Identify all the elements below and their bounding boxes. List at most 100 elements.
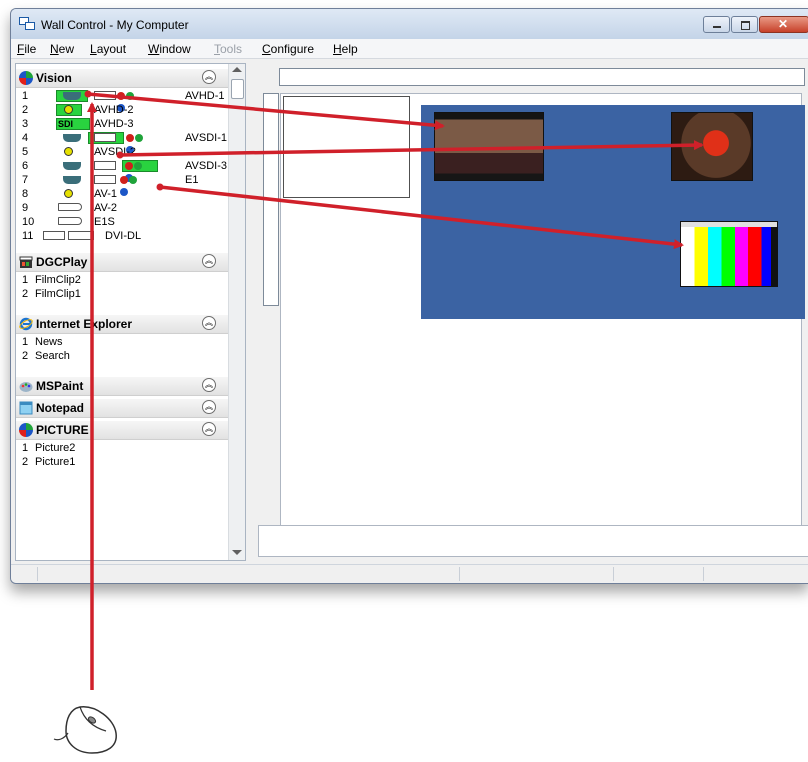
status-divider xyxy=(613,567,614,581)
group-name-vision: Vision xyxy=(36,71,72,85)
source-row-av-2[interactable]: 9 AV-2 xyxy=(16,202,228,215)
displayport-connector-icon[interactable] xyxy=(58,203,82,211)
source-row-avsdi-1[interactable]: 4 AVSDI-1 xyxy=(16,132,228,154)
collapse-chevron-icon[interactable]: ︽ xyxy=(202,422,216,436)
row-number: 2 xyxy=(22,350,29,362)
window-titlebar[interactable] xyxy=(681,222,777,227)
notepad-icon xyxy=(19,401,33,415)
minimize-button[interactable] xyxy=(703,16,730,33)
row-number: 2 xyxy=(22,456,29,468)
source-row-avhd-2[interactable]: 2 AVHD-2 xyxy=(16,104,228,117)
displayport-connector-icon[interactable] xyxy=(58,217,82,225)
group-header-picture[interactable]: PICTURE ︽ xyxy=(16,421,228,440)
video-window-2[interactable] xyxy=(671,112,753,181)
scroll-down-arrow-icon[interactable] xyxy=(232,550,242,555)
group-header-notepad[interactable]: Notepad ︽ xyxy=(16,399,228,418)
group-name-mspaint: MSPaint xyxy=(36,379,84,393)
menu-bar: File New Layout Window Tools Configure H… xyxy=(11,39,808,59)
collapse-chevron-icon[interactable]: ︽ xyxy=(202,378,216,392)
collapse-chevron-icon[interactable]: ︽ xyxy=(202,316,216,330)
clapperboard-icon xyxy=(19,256,33,268)
source-label: DVI-DL xyxy=(105,230,142,242)
source-row-e1[interactable]: 7 E1 xyxy=(16,174,228,196)
video-wall-canvas[interactable] xyxy=(421,105,805,319)
maximize-button[interactable] xyxy=(731,16,758,33)
source-row-filmclip1[interactable]: 2 FilmClip1 xyxy=(16,288,228,301)
source-row-picture1[interactable]: 2 Picture1 xyxy=(16,456,228,469)
close-button[interactable]: ✕ xyxy=(759,16,808,33)
collapse-chevron-icon[interactable]: ︽ xyxy=(202,70,216,84)
layout-name-field[interactable] xyxy=(279,68,805,86)
row-number: 4 xyxy=(22,132,29,144)
source-row-avsdi-2[interactable]: 5 AVSDI-2 xyxy=(16,146,228,159)
vision-logo-icon xyxy=(19,71,33,85)
menu-window[interactable]: Window xyxy=(148,42,191,56)
group-header-dgcplay[interactable]: DGCPlay ︽ xyxy=(16,253,228,272)
source-row-avhd-1[interactable]: 1 AVHD-1 xyxy=(16,90,228,112)
menu-file[interactable]: File xyxy=(17,42,36,56)
row-number: 1 xyxy=(22,336,29,348)
vga-connector-icon[interactable] xyxy=(63,92,81,100)
row-number: 2 xyxy=(22,288,29,300)
scroll-up-arrow-icon[interactable] xyxy=(232,67,242,72)
scroll-thumb[interactable] xyxy=(231,79,244,99)
row-number: 3 xyxy=(22,118,29,130)
source-label: News xyxy=(35,336,63,348)
dvi-dl-connector-icon[interactable] xyxy=(68,231,94,240)
component-rgb-icon[interactable] xyxy=(125,161,151,182)
rca-connector-icon[interactable] xyxy=(64,147,73,156)
video-window-1[interactable] xyxy=(434,112,544,181)
source-row-av-1[interactable]: 8 AV-1 xyxy=(16,188,228,201)
collapse-chevron-icon[interactable]: ︽ xyxy=(202,400,216,414)
source-label: E1S xyxy=(94,216,115,228)
component-rgb-icon[interactable] xyxy=(117,91,143,112)
video-window-3[interactable] xyxy=(680,221,778,287)
local-monitor-outline[interactable] xyxy=(283,96,410,198)
menu-help[interactable]: Help xyxy=(333,42,358,56)
status-bar xyxy=(11,564,808,583)
vga-connector-icon[interactable] xyxy=(63,176,81,184)
source-label: AV-2 xyxy=(94,202,118,214)
source-label: AVSDI-1 xyxy=(185,132,227,144)
menu-configure[interactable]: Configure xyxy=(262,42,314,56)
vertical-scrollbar[interactable] xyxy=(228,64,245,560)
group-header-vision[interactable]: Vision ︽ xyxy=(16,69,228,88)
rca-connector-icon[interactable] xyxy=(64,189,73,198)
menu-tools[interactable]: Tools xyxy=(214,42,242,56)
zoom-slider[interactable] xyxy=(263,93,279,306)
dvi-connector-icon[interactable] xyxy=(94,133,116,142)
source-row-dvi-dl[interactable]: 11 DVI-DL xyxy=(16,230,228,243)
source-row-avsdi-3[interactable]: 6 AVSDI-3 xyxy=(16,160,228,182)
rca-connector-icon[interactable] xyxy=(64,105,73,114)
source-list-panel[interactable]: Vision ︽ 1 AVHD-1 2 AVHD-2 3 SDI AVHD-3 xyxy=(15,63,246,561)
close-icon[interactable]: ✕ xyxy=(778,17,788,31)
row-number: 1 xyxy=(22,442,29,454)
group-header-mspaint[interactable]: MSPaint ︽ xyxy=(16,377,228,396)
component-rgb-icon[interactable] xyxy=(126,133,152,154)
source-row-picture2[interactable]: 1 Picture2 xyxy=(16,442,228,455)
title-bar[interactable]: Wall Control - My Computer ✕ xyxy=(11,9,808,39)
vga-connector-icon[interactable] xyxy=(63,134,81,142)
status-divider xyxy=(703,567,704,581)
dvi-connector-icon[interactable] xyxy=(94,91,116,100)
source-row-search[interactable]: 2 Search xyxy=(16,350,228,363)
row-number: 7 xyxy=(22,174,29,186)
source-row-e1s[interactable]: 10 E1S xyxy=(16,216,228,229)
row-number: 5 xyxy=(22,146,29,158)
source-row-filmclip2[interactable]: 1 FilmClip2 xyxy=(16,274,228,287)
dvi-connector-icon[interactable] xyxy=(43,231,65,240)
source-row-news[interactable]: 1 News xyxy=(16,336,228,349)
sdi-badge[interactable]: SDI xyxy=(56,118,90,130)
menu-new[interactable]: New xyxy=(50,42,74,56)
wall-preview-area[interactable] xyxy=(280,93,805,553)
dvi-connector-icon[interactable] xyxy=(94,175,116,184)
dvi-connector-icon[interactable] xyxy=(94,161,116,170)
group-name-notepad: Notepad xyxy=(36,401,84,415)
group-header-internet-explorer[interactable]: Internet Explorer ︽ xyxy=(16,315,228,334)
component-rgb-icon[interactable] xyxy=(120,175,146,196)
collapse-chevron-icon[interactable]: ︽ xyxy=(202,254,216,268)
app-window: Wall Control - My Computer ✕ File New La… xyxy=(10,8,808,584)
source-row-avhd-3[interactable]: 3 SDI AVHD-3 xyxy=(16,118,228,131)
menu-layout[interactable]: Layout xyxy=(90,42,126,56)
vga-connector-icon[interactable] xyxy=(63,162,81,170)
